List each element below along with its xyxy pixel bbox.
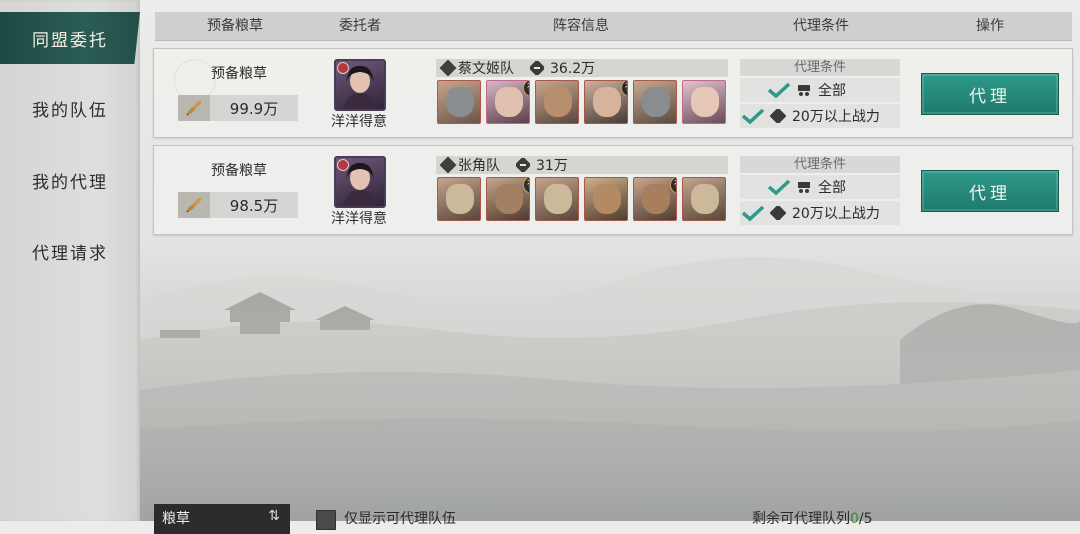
landscape-background (140, 230, 1080, 521)
agent-conditions: 代理条件 全部 20万以上战力 (740, 156, 900, 226)
condition-value: 20万以上战力 (792, 206, 880, 222)
sidebar-item-my-teams[interactable]: 我的队伍 (0, 82, 140, 134)
hero-lineup: 神 神 (437, 177, 729, 221)
check-icon (767, 82, 791, 99)
hero-portrait[interactable] (584, 177, 628, 221)
condition-value: 20万以上战力 (792, 109, 880, 125)
team-name: 蔡文姬队 (458, 61, 514, 77)
team-tag-icon (439, 156, 457, 174)
hero-lineup: 神 神 (437, 80, 729, 124)
header-condition: 代理条件 (793, 18, 849, 34)
remaining-total: /5 (858, 511, 873, 527)
hero-portrait[interactable] (437, 80, 481, 124)
divine-badge-icon: 神 (670, 178, 676, 194)
chariot-icon (798, 85, 810, 96)
table-row: 预备粮草 98.5万 洋洋得意 张角队 31万 神 神 (153, 145, 1073, 235)
grain-label: 预备粮草 (211, 163, 267, 179)
wheat-icon (178, 95, 210, 121)
alliance-badge-icon (337, 62, 349, 74)
agent-button[interactable]: 代理 (921, 170, 1059, 212)
only-available-checkbox[interactable] (316, 510, 336, 530)
hero-portrait[interactable] (633, 80, 677, 124)
team-power: 36.2万 (550, 61, 596, 77)
hero-portrait[interactable]: 神 (633, 177, 677, 221)
team-tag-icon (439, 59, 457, 77)
condition-line: 20万以上战力 (740, 201, 900, 225)
delegator-avatar[interactable] (334, 156, 386, 208)
condition-title: 代理条件 (740, 59, 900, 76)
power-icon (516, 158, 530, 172)
sidebar-item-my-agents[interactable]: 我的代理 (0, 154, 140, 206)
divine-badge-icon: 神 (621, 81, 627, 97)
power-icon (770, 109, 786, 123)
grain-label: 预备粮草 (211, 66, 267, 82)
hero-portrait[interactable] (682, 80, 726, 124)
header-grain: 预备粮草 (207, 18, 263, 34)
sidebar-item-label: 同盟委托 (32, 30, 108, 51)
agent-conditions: 代理条件 全部 20万以上战力 (740, 59, 900, 129)
grain-amount: 98.5万 (178, 192, 298, 218)
condition-value: 全部 (818, 180, 846, 196)
remaining-queue: 剩余可代理队列0/5 (752, 508, 873, 528)
sort-arrow-icon: ⇅ (268, 508, 280, 524)
hero-portrait[interactable] (682, 177, 726, 221)
delegator-avatar[interactable] (334, 59, 386, 111)
team-info-bar: 蔡文姬队 36.2万 (436, 59, 728, 77)
hero-portrait[interactable]: 神 (584, 80, 628, 124)
sidebar-item-alliance-commission[interactable]: 同盟委托 (0, 12, 140, 64)
sort-label: 粮草 (162, 511, 190, 527)
hero-portrait[interactable]: 神 (486, 177, 530, 221)
hero-portrait[interactable]: 神 (486, 80, 530, 124)
grain-amount: 99.9万 (178, 95, 298, 121)
table-header: 预备粮草 委托者 阵容信息 代理条件 操作 (155, 12, 1072, 41)
header-delegator: 委托者 (339, 18, 381, 34)
grain-value: 99.9万 (229, 99, 279, 118)
condition-line: 全部 (740, 175, 900, 199)
table-row: 预备粮草 99.9万 洋洋得意 蔡文姬队 36.2万 神 神 (153, 48, 1073, 138)
sidebar-item-agent-requests[interactable]: 代理请求 (0, 225, 140, 277)
check-icon (741, 108, 765, 125)
divine-badge-icon: 神 (523, 81, 529, 97)
header-action: 操作 (976, 18, 1004, 34)
sidebar-item-label: 代理请求 (32, 243, 108, 264)
wheat-icon (178, 192, 210, 218)
condition-line: 20万以上战力 (740, 104, 900, 128)
grain-value: 98.5万 (229, 196, 279, 215)
only-available-label: 仅显示可代理队伍 (344, 511, 456, 527)
sidebar-item-label: 我的队伍 (32, 100, 108, 121)
power-icon (770, 206, 786, 220)
hero-portrait[interactable] (437, 177, 481, 221)
remaining-label: 剩余可代理队列 (752, 511, 850, 527)
chariot-icon (798, 182, 810, 193)
sidebar-item-label: 我的代理 (32, 172, 108, 193)
check-icon (741, 205, 765, 222)
remaining-used: 0 (850, 511, 859, 527)
hero-portrait[interactable] (535, 177, 579, 221)
check-icon (767, 179, 791, 196)
team-name: 张角队 (458, 158, 500, 174)
sidebar: 同盟委托 我的队伍 我的代理 代理请求 (0, 0, 140, 521)
condition-line: 全部 (740, 78, 900, 102)
condition-value: 全部 (818, 83, 846, 99)
team-power: 31万 (536, 158, 568, 174)
divine-badge-icon: 神 (523, 178, 529, 194)
delegator-name: 洋洋得意 (331, 114, 387, 130)
agent-button[interactable]: 代理 (921, 73, 1059, 115)
alliance-badge-icon (337, 159, 349, 171)
power-icon (530, 61, 544, 75)
condition-title: 代理条件 (740, 156, 900, 173)
team-info-bar: 张角队 31万 (436, 156, 728, 174)
header-lineup: 阵容信息 (553, 18, 609, 34)
delegator-name: 洋洋得意 (331, 211, 387, 227)
sort-dropdown[interactable]: 粮草 ⇅ (154, 504, 290, 534)
hero-portrait[interactable] (535, 80, 579, 124)
